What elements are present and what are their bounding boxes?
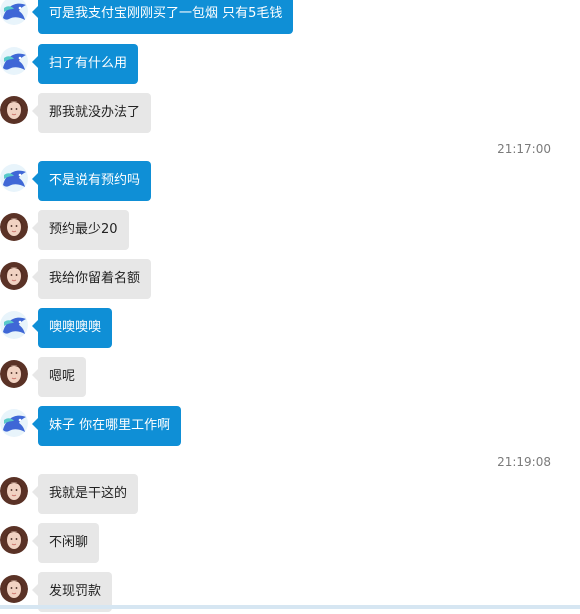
message-row: 不闲聊 <box>0 523 580 565</box>
woman-portrait-avatar[interactable] <box>0 359 28 389</box>
message-row: 我给你留着名额 <box>0 259 580 301</box>
chat-message-list[interactable]: 可是我支付宝刚刚买了一包烟 只有5毛钱 扫了有什么用 那我就没办法了 21:17… <box>0 0 580 612</box>
woman-portrait-avatar[interactable] <box>0 212 28 242</box>
message-timestamp: 21:17:00 <box>497 142 551 156</box>
message-row: 可是我支付宝刚刚买了一包烟 只有5毛钱 <box>0 0 580 36</box>
chat-bottom-edge <box>0 605 580 609</box>
message-bubble[interactable]: 我给你留着名额 <box>31 259 152 299</box>
message-row: 那我就没办法了 <box>0 93 580 135</box>
message-timestamp: 21:19:08 <box>497 455 551 469</box>
message-row: 不是说有预约吗 <box>0 161 580 203</box>
message-bubble[interactable]: 妹子 你在哪里工作啊 <box>31 406 182 446</box>
dolphin-avatar-icon[interactable] <box>0 0 28 26</box>
dolphin-avatar-icon[interactable] <box>0 46 28 76</box>
dolphin-avatar-icon[interactable] <box>0 163 28 193</box>
woman-portrait-avatar[interactable] <box>0 476 28 506</box>
woman-portrait-avatar[interactable] <box>0 95 28 125</box>
message-row: 我就是干这的 <box>0 474 580 516</box>
woman-portrait-avatar[interactable] <box>0 261 28 291</box>
message-row: 嗯呢 <box>0 357 580 399</box>
message-bubble[interactable]: 可是我支付宝刚刚买了一包烟 只有5毛钱 <box>31 0 294 34</box>
message-bubble[interactable]: 嗯呢 <box>31 357 87 397</box>
message-row: 预约最少20 <box>0 210 580 252</box>
dolphin-avatar-icon[interactable] <box>0 310 28 340</box>
message-row: 妹子 你在哪里工作啊 <box>0 406 580 448</box>
message-bubble[interactable]: 扫了有什么用 <box>31 44 139 84</box>
woman-portrait-avatar[interactable] <box>0 525 28 555</box>
message-row: 扫了有什么用 <box>0 44 580 86</box>
message-bubble[interactable]: 噢噢噢噢 <box>31 308 113 348</box>
message-bubble[interactable]: 不是说有预约吗 <box>31 161 152 201</box>
woman-portrait-avatar[interactable] <box>0 574 28 604</box>
message-row: 噢噢噢噢 <box>0 308 580 350</box>
message-bubble[interactable]: 不闲聊 <box>31 523 100 563</box>
message-bubble[interactable]: 那我就没办法了 <box>31 93 152 133</box>
message-bubble[interactable]: 我就是干这的 <box>31 474 139 514</box>
message-bubble[interactable]: 预约最少20 <box>32 210 129 250</box>
dolphin-avatar-icon[interactable] <box>0 408 28 438</box>
